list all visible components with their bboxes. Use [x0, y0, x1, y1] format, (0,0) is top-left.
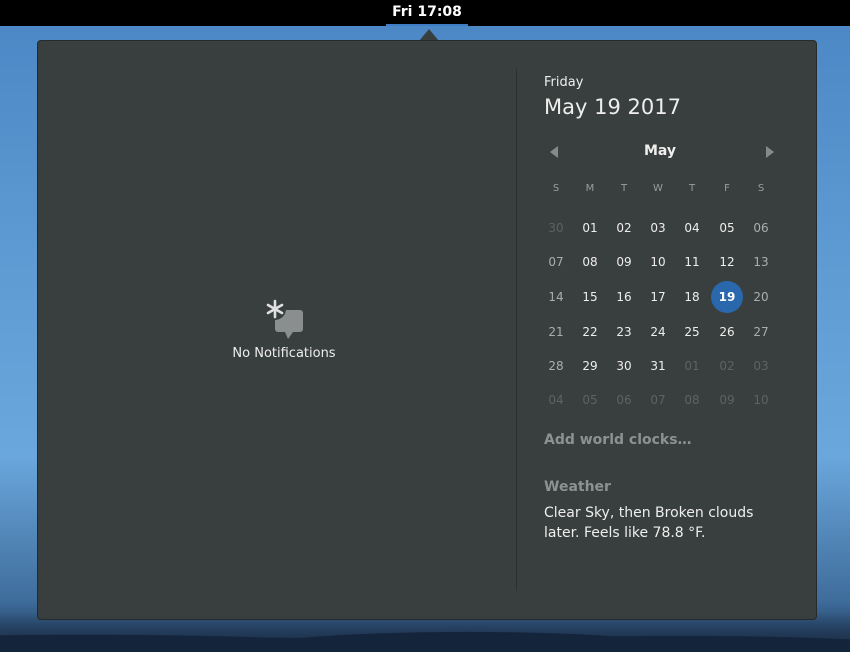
weather-title: Weather — [544, 479, 611, 495]
calendar-day[interactable]: 09 — [607, 245, 641, 279]
clock-button[interactable]: Fri 17:08 — [386, 0, 468, 26]
calendar-day[interactable]: 01 — [675, 349, 709, 383]
calendar-day[interactable]: 11 — [675, 245, 709, 279]
weekday-header: S — [552, 183, 560, 194]
no-notifications-label: No Notifications — [232, 346, 336, 361]
calendar-day[interactable]: 13 — [744, 245, 778, 279]
calendar-day[interactable]: 24 — [641, 315, 675, 349]
calendar-day[interactable]: 14 — [539, 280, 573, 314]
calendar-week-row: 28 29 30 31 01 02 03 — [539, 349, 785, 383]
date-label[interactable]: May 19 2017 — [544, 95, 681, 119]
calendar-day[interactable]: 23 — [607, 315, 641, 349]
calendar-day[interactable]: 25 — [675, 315, 709, 349]
weekday-header: T — [688, 183, 696, 194]
add-world-clocks-link[interactable]: Add world clocks… — [544, 432, 692, 448]
calendar-day[interactable]: 31 — [641, 349, 675, 383]
calendar-day[interactable]: 29 — [573, 349, 607, 383]
calendar-day[interactable]: 08 — [573, 245, 607, 279]
calendar-day[interactable]: 05 — [573, 383, 607, 417]
calendar-day[interactable]: 03 — [641, 211, 675, 245]
calendar-day[interactable]: 17 — [641, 280, 675, 314]
calendar-day[interactable]: 03 — [744, 349, 778, 383]
calendar-day-today[interactable]: 19 — [711, 281, 743, 313]
calendar-day[interactable]: 04 — [675, 211, 709, 245]
calendar-week-row: 07 08 09 10 11 12 13 — [539, 245, 785, 279]
notifications-empty-icon — [264, 298, 303, 339]
calendar-popover: No Notifications Friday May 19 20 17 May … — [37, 40, 817, 620]
calendar-day[interactable]: 16 — [607, 280, 641, 314]
calendar-day[interactable]: 30 — [539, 211, 573, 245]
calendar-day[interactable]: 07 — [641, 383, 675, 417]
calendar-day[interactable]: 02 — [710, 349, 744, 383]
calendar-day[interactable]: 10 — [641, 245, 675, 279]
calendar-day[interactable]: 01 — [573, 211, 607, 245]
calendar-day[interactable]: 18 — [675, 280, 709, 314]
weekday-header: T — [620, 183, 628, 194]
weekday-header: M — [585, 183, 595, 194]
divider — [516, 69, 517, 591]
calendar-week-row: 21 22 23 24 25 26 27 — [539, 315, 785, 349]
calendar-day[interactable]: 20 — [744, 280, 778, 314]
month-label: May — [643, 143, 677, 159]
calendar-day[interactable]: 26 — [710, 315, 744, 349]
calendar-day[interactable]: 07 — [539, 245, 573, 279]
weekday-header: W — [653, 183, 663, 194]
weekday-header-row: SMTWTFS — [539, 179, 785, 199]
calendar-day[interactable]: 30 — [607, 349, 641, 383]
calendar-week-row: 30 01 02 03 04 05 06 — [539, 211, 785, 245]
next-month-icon[interactable] — [766, 146, 774, 158]
calendar-day[interactable]: 09 — [710, 383, 744, 417]
calendar-week-row: 14 15 16 17 18 19 20 — [539, 280, 785, 314]
calendar-day[interactable]: 15 — [573, 280, 607, 314]
weekday-label: Friday — [544, 75, 584, 90]
calendar-day[interactable]: 12 — [710, 245, 744, 279]
calendar-day[interactable]: 08 — [675, 383, 709, 417]
calendar-day[interactable]: 21 — [539, 315, 573, 349]
weekday-header: F — [724, 183, 730, 194]
calendar-day[interactable]: 06 — [744, 211, 778, 245]
calendar-section: Friday May 19 2017 May SMTWTFS 30 01 02 03 0… — [544, 41, 804, 619]
calendar-day[interactable]: 22 — [573, 315, 607, 349]
weather-summary: Clear Sky, then Broken clouds later. Fee… — [544, 505, 754, 541]
calendar-day[interactable]: 10 — [744, 383, 778, 417]
calendar-day[interactable]: 27 — [744, 315, 778, 349]
calendar-day[interactable]: 06 — [607, 383, 641, 417]
notification-list: No Notifications — [38, 41, 516, 619]
calendar-day[interactable]: 28 — [539, 349, 573, 383]
calendar-day[interactable]: 02 — [607, 211, 641, 245]
calendar-day[interactable]: 05 — [710, 211, 744, 245]
calendar-header: May — [544, 141, 776, 165]
top-bar: Fri 17:08 — [0, 0, 850, 26]
weekday-header: S — [757, 183, 765, 194]
calendar-day[interactable]: 04 — [539, 383, 573, 417]
calendar-week-row: 04 05 06 07 08 09 10 — [539, 383, 785, 417]
